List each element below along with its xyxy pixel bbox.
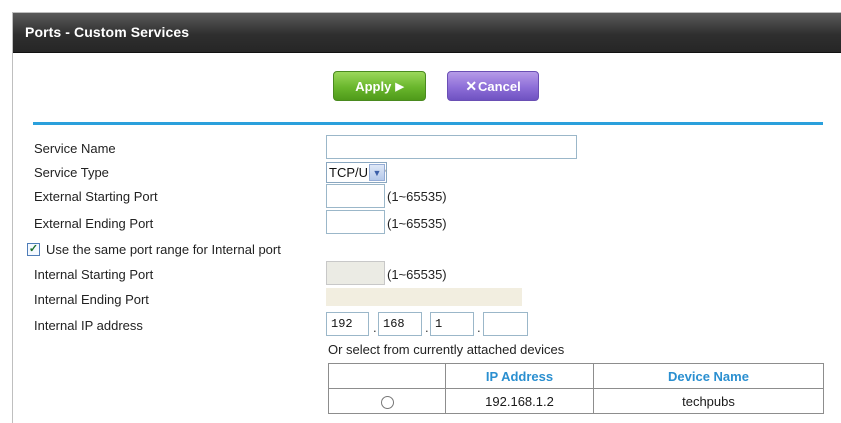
cancel-label: Cancel — [478, 78, 521, 94]
ip-separator: . — [477, 320, 481, 335]
service-name-input[interactable] — [326, 135, 577, 159]
ip-octet-1[interactable]: 192 — [326, 312, 369, 336]
internal-start-label: Internal Starting Port — [34, 267, 154, 282]
ip-separator: . — [425, 320, 429, 335]
device-name-cell: techpubs — [593, 388, 824, 414]
page-title: Ports - Custom Services — [25, 24, 190, 40]
title-bar: Ports - Custom Services — [13, 13, 841, 53]
chevron-down-icon[interactable]: ▼ — [369, 164, 385, 181]
service-type-select[interactable]: TCP/UDP ▼ — [326, 162, 387, 183]
service-name-label: Service Name — [34, 141, 116, 156]
same-range-checkbox[interactable]: ✓ — [27, 243, 40, 256]
ip-octet-3[interactable]: 1 — [430, 312, 474, 336]
internal-start-input[interactable] — [326, 261, 385, 285]
external-start-label: External Starting Port — [34, 189, 158, 204]
table-row[interactable]: 192.168.1.2 techpubs — [328, 388, 824, 414]
same-range-label: Use the same port range for Internal por… — [46, 242, 281, 257]
external-end-range: (1~65535) — [387, 216, 447, 231]
ip-octet-4[interactable] — [483, 312, 528, 336]
ip-octet-2[interactable]: 168 — [378, 312, 422, 336]
column-header-ip: IP Address — [445, 363, 594, 389]
external-start-range: (1~65535) — [387, 189, 447, 204]
section-divider — [33, 122, 823, 125]
device-ip-cell: 192.168.1.2 — [445, 388, 594, 414]
close-icon: ✕ — [465, 77, 478, 94]
internal-end-input[interactable] — [326, 288, 522, 306]
cancel-button[interactable]: ✕ Cancel — [447, 71, 539, 101]
external-end-input[interactable] — [326, 210, 385, 234]
device-select-cell[interactable] — [328, 388, 446, 414]
internal-end-label: Internal Ending Port — [34, 292, 149, 307]
play-arrow-icon: ▶ — [395, 80, 404, 93]
table-header-row: IP Address Device Name — [328, 363, 824, 389]
external-end-label: External Ending Port — [34, 216, 154, 231]
attached-devices-table: IP Address Device Name 192.168.1.2 techp… — [328, 363, 824, 414]
device-radio[interactable] — [380, 395, 394, 409]
internal-ip-label: Internal IP address — [34, 318, 143, 333]
column-header-select — [328, 363, 446, 389]
internal-start-range: (1~65535) — [387, 267, 447, 282]
external-start-input[interactable] — [326, 184, 385, 208]
service-type-label: Service Type — [34, 165, 109, 180]
attached-devices-prompt: Or select from currently attached device… — [328, 342, 565, 357]
page-frame: Ports - Custom Services Apply ▶ ✕ Cancel… — [12, 12, 841, 423]
apply-button[interactable]: Apply ▶ — [333, 71, 426, 101]
apply-label: Apply — [355, 78, 392, 94]
ip-separator: . — [373, 320, 377, 335]
column-header-device-name: Device Name — [593, 363, 824, 389]
